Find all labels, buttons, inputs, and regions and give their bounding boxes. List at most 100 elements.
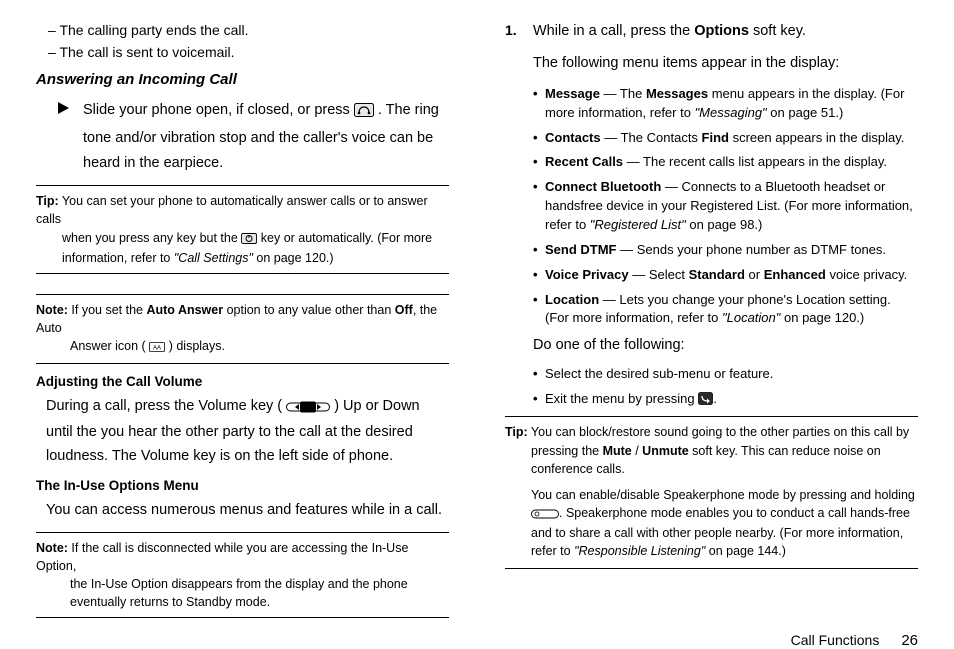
note-box: Note: If you set the Auto Answer option … xyxy=(36,301,449,357)
auto-answer-status-icon: AA xyxy=(149,339,165,357)
end-key-icon xyxy=(241,231,257,249)
bullet-marker-icon: • xyxy=(533,178,545,197)
text: — Select xyxy=(629,267,689,282)
dash-list: The calling party ends the call. The cal… xyxy=(48,20,449,63)
text: on page 98.) xyxy=(686,217,763,232)
step-row: Slide your phone open, if closed, or pre… xyxy=(58,98,449,175)
bullet-body: Voice Privacy — Select Standard or Enhan… xyxy=(545,266,918,285)
text: screen appears in the display. xyxy=(729,130,904,145)
text: While in a call, press the xyxy=(533,23,694,39)
sub-bullet-list: • Select the desired sub-menu or feature… xyxy=(533,365,918,411)
bold: Mute xyxy=(603,444,632,458)
text: Exit the menu by pressing xyxy=(545,391,698,406)
bullet-body: Message — The Messages menu appears in t… xyxy=(545,85,918,123)
text: on page 144.) xyxy=(705,544,786,558)
note-box: Note: If the call is disconnected while … xyxy=(36,539,449,612)
bold: Voice Privacy xyxy=(545,267,629,282)
divider-line xyxy=(36,532,449,533)
text: You can block/restore sound going to the… xyxy=(528,425,910,439)
bullet-body: Contacts — The Contacts Find screen appe… xyxy=(545,129,918,148)
divider-line xyxy=(36,185,449,186)
step-marker-triangle-icon xyxy=(58,102,69,117)
bullet-body: Exit the menu by pressing . xyxy=(545,390,918,411)
divider-line xyxy=(36,294,449,295)
bullet-marker-icon: • xyxy=(533,85,545,104)
dash-item: The calling party ends the call. xyxy=(48,20,449,42)
page-number: 26 xyxy=(901,632,918,649)
note-line: Answer icon ( AA ) displays. xyxy=(70,337,449,357)
call-key-icon xyxy=(354,101,374,126)
text: option to any value other than xyxy=(223,303,395,317)
svg-text:AA: AA xyxy=(153,346,161,352)
bullet-voice-privacy: • Voice Privacy — Select Standard or Enh… xyxy=(533,266,918,285)
note-label: Note: xyxy=(36,541,68,555)
bullet-body: Send DTMF — Sends your phone number as D… xyxy=(545,241,918,260)
divider-line xyxy=(505,416,918,417)
bold: Enhanced xyxy=(764,267,826,282)
text: on page 120.) xyxy=(780,310,864,325)
page-footer: Call Functions 26 xyxy=(36,632,918,649)
do-one-text: Do one of the following: xyxy=(533,334,918,356)
step-body: While in a call, press the Options soft … xyxy=(533,20,918,42)
bullet-marker-icon: • xyxy=(533,291,545,310)
text: — The recent calls list appears in the d… xyxy=(623,154,887,169)
text: soft key. xyxy=(749,23,806,39)
divider-line xyxy=(36,363,449,364)
dash-item: The call is sent to voicemail. xyxy=(48,42,449,64)
text: — Sends your phone number as DTMF tones. xyxy=(617,242,887,257)
subheading-volume: Adjusting the Call Volume xyxy=(36,374,449,389)
bullet-contacts: • Contacts — The Contacts Find screen ap… xyxy=(533,129,918,148)
bullet-marker-icon: • xyxy=(533,241,545,260)
section-heading-answering: Answering an Incoming Call xyxy=(36,71,449,88)
bullet-marker-icon: • xyxy=(533,129,545,148)
text: ) displays. xyxy=(169,339,225,353)
bold: Off xyxy=(395,303,413,317)
answering-body: Slide your phone open, if closed, or pre… xyxy=(83,98,449,175)
bullet-location: • Location — Lets you change your phone'… xyxy=(533,291,918,329)
bullet-marker-icon: • xyxy=(533,365,545,384)
bold: Standard xyxy=(689,267,745,282)
manual-page: The calling party ends the call. The cal… xyxy=(0,0,954,636)
text: on page 51.) xyxy=(767,105,844,120)
divider-line xyxy=(505,568,918,569)
tip-box: Tip: You can set your phone to automatic… xyxy=(36,192,449,267)
bold: Find xyxy=(702,130,729,145)
bold: Location xyxy=(545,292,599,307)
note-label: Note: xyxy=(36,303,68,317)
reference: "Responsible Listening" xyxy=(574,544,705,558)
volume-rocker-icon xyxy=(286,398,330,421)
text: You can enable/disable Speakerphone mode… xyxy=(531,488,915,502)
back-key-icon xyxy=(698,392,713,411)
bullet-send-dtmf: • Send DTMF — Sends your phone number as… xyxy=(533,241,918,260)
bold: Connect Bluetooth xyxy=(545,179,661,194)
text: During a call, press the Volume key ( xyxy=(46,398,286,414)
bullet-message: • Message — The Messages menu appears in… xyxy=(533,85,918,123)
text: Answer icon ( xyxy=(70,339,146,353)
text: or xyxy=(745,267,764,282)
tip-box-right: Tip: You can block/restore sound going t… xyxy=(505,423,918,560)
bold: Contacts xyxy=(545,130,601,145)
right-column: 1. While in a call, press the Options so… xyxy=(505,20,918,624)
inuse-body: You can access numerous menus and featur… xyxy=(46,499,449,522)
bold: Messages xyxy=(646,86,708,101)
reference: "Location" xyxy=(722,310,780,325)
options-bullet-list: • Message — The Messages menu appears in… xyxy=(533,85,918,328)
bullet-connect-bluetooth: • Connect Bluetooth — Connects to a Blue… xyxy=(533,178,918,235)
subheading-inuse: The In-Use Options Menu xyxy=(36,478,449,493)
bullet-body: Connect Bluetooth — Connects to a Blueto… xyxy=(545,178,918,235)
two-column-layout: The calling party ends the call. The cal… xyxy=(36,20,918,624)
left-column: The calling party ends the call. The cal… xyxy=(36,20,449,624)
bullet-marker-icon: • xyxy=(533,390,545,409)
tip-label: Tip: xyxy=(36,194,59,208)
text: on page 120.) xyxy=(253,251,334,265)
bullet-marker-icon: • xyxy=(533,153,545,172)
bold: Send DTMF xyxy=(545,242,617,257)
divider-line xyxy=(36,273,449,274)
text: / xyxy=(632,444,642,458)
text: You can set your phone to automatically … xyxy=(36,194,428,226)
text: when you press any key but the xyxy=(62,231,241,245)
text: voice privacy. xyxy=(826,267,907,282)
tip-line: when you press any key but the key or au… xyxy=(62,229,449,267)
text: — The Contacts xyxy=(601,130,702,145)
bold: Message xyxy=(545,86,600,101)
